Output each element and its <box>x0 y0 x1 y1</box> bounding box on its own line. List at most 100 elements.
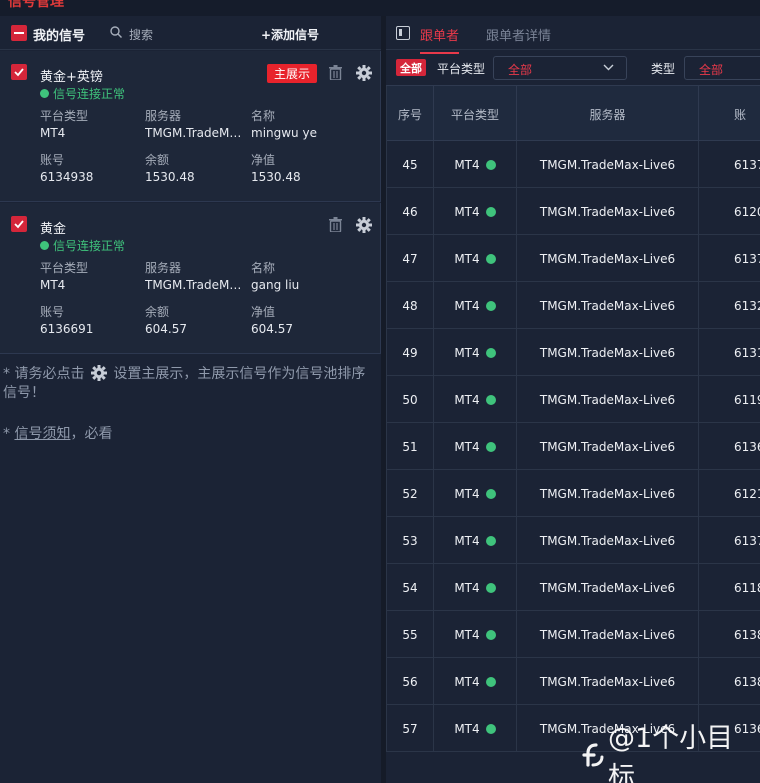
table-row[interactable]: 54 MT4 TMGM.TradeMax-Live6 6118 <box>386 564 760 611</box>
cell-platform: MT4 <box>434 423 517 470</box>
cell-platform: MT4 <box>434 235 517 282</box>
cell-no: 45 <box>386 141 434 188</box>
table-row[interactable]: 53 MT4 TMGM.TradeMax-Live6 6137 <box>386 517 760 564</box>
all-filter-badge[interactable]: 全部 <box>396 59 426 76</box>
connection-status: 信号连接正常 <box>40 85 125 102</box>
platform-text: MT4 <box>454 204 480 219</box>
table-row[interactable]: 55 MT4 TMGM.TradeMax-Live6 6138 <box>386 611 760 658</box>
table-row[interactable]: 46 MT4 TMGM.TradeMax-Live6 6120 <box>386 188 760 235</box>
chevron-down-icon <box>603 64 614 71</box>
table-row[interactable]: 50 MT4 TMGM.TradeMax-Live6 6119 <box>386 376 760 423</box>
checkbox-icon[interactable] <box>11 64 27 80</box>
cell-server: TMGM.TradeMax-Live6 <box>517 141 699 188</box>
status-dot-icon <box>485 253 496 264</box>
cell-platform: MT4 <box>434 329 517 376</box>
table-row[interactable]: 51 MT4 TMGM.TradeMax-Live6 6136 <box>386 423 760 470</box>
cell-platform: MT4 <box>434 564 517 611</box>
platform-text: MT4 <box>454 157 480 172</box>
cell-platform: MT4 <box>434 141 517 188</box>
top-title-strip: 信号管理 <box>0 0 760 16</box>
table-row[interactable]: 47 MT4 TMGM.TradeMax-Live6 6137 <box>386 235 760 282</box>
trash-icon[interactable] <box>329 217 342 232</box>
server-label: 服务器 <box>145 109 182 123</box>
cell-no: 48 <box>386 282 434 329</box>
server-value: TMGM.TradeMa... <box>145 278 245 292</box>
table-row[interactable]: 45 MT4 TMGM.TradeMax-Live6 6137 <box>386 141 760 188</box>
followers-panel: 跟单者 跟单者详情 全部 平台类型 全部 类型 全部 序号 平台类型 服务器 账… <box>386 16 760 783</box>
cell-account: 6121 <box>734 486 760 501</box>
col-header-no[interactable]: 序号 <box>386 86 434 142</box>
cell-platform: MT4 <box>434 376 517 423</box>
filter-bar: 全部 平台类型 全部 类型 全部 <box>386 56 760 80</box>
cell-no: 47 <box>386 235 434 282</box>
connection-status: 信号连接正常 <box>40 237 125 254</box>
cell-no: 51 <box>386 423 434 470</box>
type-filter-select[interactable]: 全部 <box>684 56 760 80</box>
server-label: 服务器 <box>145 261 182 275</box>
server-field: 服务器 TMGM.TradeMa... <box>145 107 245 140</box>
signal-name: 黄金+英镑 <box>40 70 103 85</box>
cell-no: 56 <box>386 658 434 705</box>
platform-text: MT4 <box>454 533 480 548</box>
col-header-server[interactable]: 服务器 <box>517 86 699 142</box>
cell-account: 6138 <box>734 674 760 689</box>
col-header-account[interactable]: 账 <box>699 86 760 142</box>
add-signal-button[interactable]: +添加信号 <box>261 26 319 43</box>
watermark: @1个小目标 <box>580 716 760 783</box>
account-name-label: 名称 <box>251 261 276 275</box>
trash-icon[interactable] <box>329 65 342 80</box>
balance-label: 余额 <box>145 305 170 319</box>
status-dot-icon <box>485 394 496 405</box>
platform-text: MT4 <box>454 674 480 689</box>
signal-card[interactable]: 黄金+英镑 信号连接正常 主展示 平台类型 MT4 服务器 TMGM.Trade… <box>0 51 381 202</box>
checkbox-icon[interactable] <box>11 216 27 232</box>
cell-no: 46 <box>386 188 434 235</box>
table-row[interactable]: 49 MT4 TMGM.TradeMax-Live6 6131 <box>386 329 760 376</box>
cell-platform: MT4 <box>434 611 517 658</box>
table-row[interactable]: 52 MT4 TMGM.TradeMax-Live6 6121 <box>386 470 760 517</box>
status-dot-icon <box>485 535 496 546</box>
gear-icon[interactable] <box>356 65 372 81</box>
status-dot-icon <box>485 300 496 311</box>
type-filter-label: 类型 <box>651 62 676 76</box>
account-field: 账号 6134938 <box>40 151 140 184</box>
account-label: 账号 <box>40 153 65 167</box>
top-title: 信号管理 <box>8 0 64 10</box>
platform-text: MT4 <box>454 486 480 501</box>
search-icon[interactable] <box>110 26 122 38</box>
signal-notice-link[interactable]: 信号须知 <box>14 426 70 442</box>
collapse-icon[interactable] <box>11 25 27 41</box>
cell-server: TMGM.TradeMax-Live6 <box>517 282 699 329</box>
table-row[interactable]: 56 MT4 TMGM.TradeMax-Live6 6138 <box>386 658 760 705</box>
tab-followers[interactable]: 跟单者 <box>420 25 460 54</box>
platform-filter-select[interactable]: 全部 <box>493 56 627 80</box>
status-dot-icon <box>485 441 496 452</box>
type-filter-value: 全部 <box>699 63 724 77</box>
table-row[interactable]: 48 MT4 TMGM.TradeMax-Live6 6132 <box>386 282 760 329</box>
note-prefix: * 请务必点击 <box>3 366 85 382</box>
platform-text: MT4 <box>454 721 480 736</box>
balance-field: 余额 1530.48 <box>145 151 245 184</box>
status-dot-icon <box>40 89 49 98</box>
platform-field: 平台类型 MT4 <box>40 259 140 292</box>
cell-no: 53 <box>386 517 434 564</box>
main-display-button[interactable]: 主展示 <box>267 64 317 83</box>
connection-status-text: 信号连接正常 <box>53 87 126 101</box>
equity-value: 604.57 <box>251 322 293 336</box>
platform-value: MT4 <box>40 126 66 140</box>
search-input[interactable]: 搜索 <box>129 26 153 43</box>
signal-card[interactable]: 黄金 信号连接正常 平台类型 MT4 服务器 TMGM.TradeMa... 名… <box>0 203 381 354</box>
cell-platform: MT4 <box>434 470 517 517</box>
status-dot-icon <box>485 159 496 170</box>
cell-no: 57 <box>386 705 434 752</box>
col-header-platform[interactable]: 平台类型 <box>434 86 517 142</box>
cell-account: 6137 <box>734 251 760 266</box>
gear-icon[interactable] <box>356 217 372 233</box>
cell-server: TMGM.TradeMax-Live6 <box>517 564 699 611</box>
account-name-value: mingwu ye <box>251 126 317 140</box>
platform-label: 平台类型 <box>40 261 89 275</box>
tab-follower-details[interactable]: 跟单者详情 <box>486 25 551 44</box>
connection-status-text: 信号连接正常 <box>53 239 126 253</box>
panel-toggle-icon[interactable] <box>396 26 410 40</box>
status-dot-icon <box>485 629 496 640</box>
